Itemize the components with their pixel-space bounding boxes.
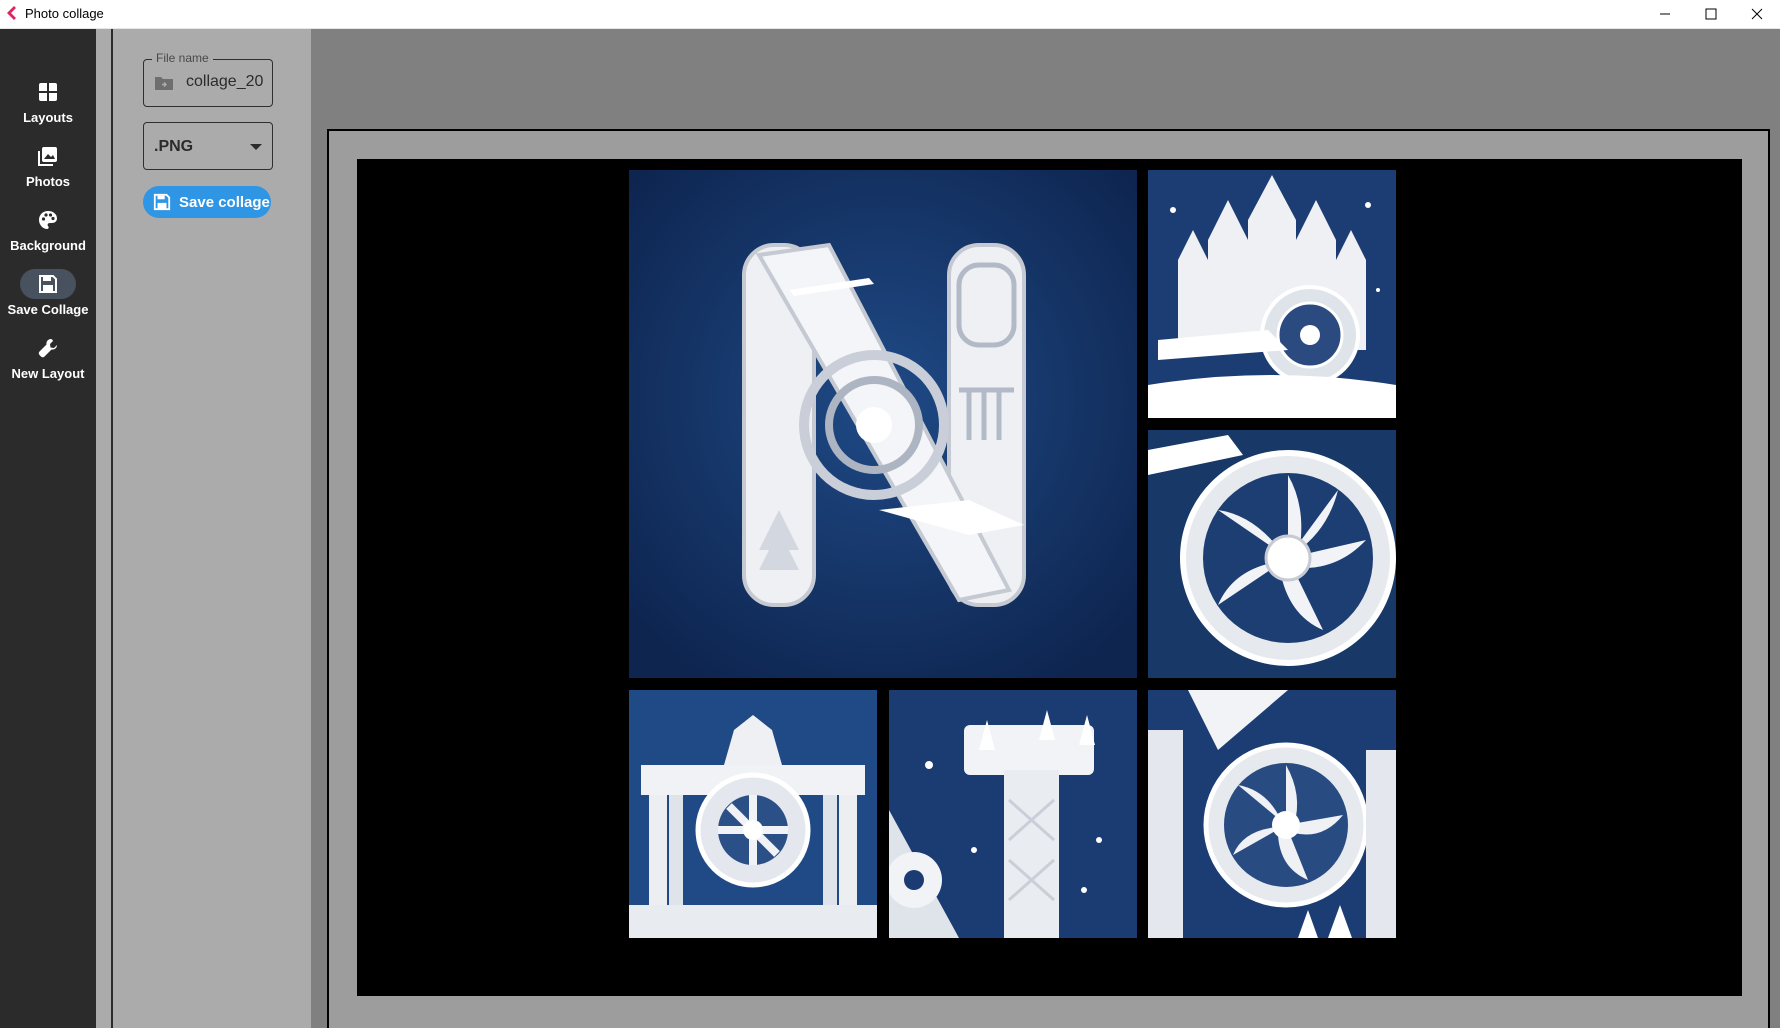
- save-icon: [153, 193, 171, 211]
- collage-photo-3[interactable]: [1148, 430, 1396, 678]
- turbine-artwork: [1148, 430, 1396, 678]
- collage-photo-2[interactable]: [1148, 170, 1396, 418]
- sidebar-item-label: Layouts: [23, 110, 73, 125]
- sidebar-gutter: [96, 29, 111, 1028]
- layouts-icon: [39, 83, 57, 101]
- folder-icon: [155, 77, 173, 90]
- collage-preview-area: [311, 29, 1780, 1028]
- wrench-icon: [38, 339, 57, 358]
- photos-icon: [38, 147, 57, 166]
- app-icon: [7, 6, 16, 20]
- sidebar-item-save-collage[interactable]: Save Collage: [0, 269, 96, 325]
- collage-canvas[interactable]: [357, 159, 1742, 996]
- gate-artwork: [629, 690, 877, 938]
- sidebar-item-background[interactable]: Background: [0, 205, 96, 261]
- save-icon: [39, 275, 57, 293]
- letter-n-artwork: [629, 170, 1137, 678]
- save-panel: File name collage_20 .PNG Save collage: [111, 29, 313, 1028]
- turbine-buildings-artwork: [1148, 690, 1396, 938]
- maximize-icon: [1705, 8, 1717, 20]
- sidebar-item-layouts[interactable]: Layouts: [0, 77, 96, 133]
- app-body: Layouts Photos Background Save Collage N…: [0, 29, 1780, 1028]
- collage-photo-1[interactable]: [629, 170, 1137, 678]
- sidebar: Layouts Photos Background Save Collage N…: [0, 29, 96, 1028]
- sidebar-item-label: New Layout: [11, 366, 85, 381]
- file-name-field[interactable]: File name collage_20: [143, 51, 273, 107]
- close-button[interactable]: [1734, 0, 1780, 28]
- maximize-button[interactable]: [1688, 0, 1734, 28]
- collage-photo-5[interactable]: [889, 690, 1137, 938]
- minimize-button[interactable]: [1642, 0, 1688, 28]
- chevron-down-icon: [250, 144, 262, 150]
- sidebar-item-label: Save Collage: [7, 302, 89, 317]
- letter-t-artwork: [889, 690, 1137, 938]
- sidebar-item-new-layout[interactable]: New Layout: [0, 333, 96, 389]
- close-icon: [1751, 8, 1763, 20]
- collage-photo-6[interactable]: [1148, 690, 1396, 938]
- sidebar-item-label: Background: [10, 238, 86, 253]
- sidebar-item-photos[interactable]: Photos: [0, 141, 96, 197]
- title-bar: Photo collage: [0, 0, 1780, 29]
- sidebar-item-label: Photos: [25, 174, 71, 189]
- file-name-input[interactable]: collage_20: [186, 73, 268, 91]
- save-collage-label: Save collage: [179, 193, 270, 211]
- castle-artwork: [1148, 170, 1396, 418]
- window-title: Photo collage: [25, 6, 104, 21]
- palette-icon: [39, 211, 57, 229]
- save-collage-button[interactable]: Save collage: [143, 186, 271, 218]
- minimize-icon: [1660, 13, 1670, 15]
- format-dropdown[interactable]: .PNG: [143, 122, 273, 170]
- format-value: .PNG: [154, 138, 194, 155]
- file-name-label: File name: [152, 51, 213, 65]
- collage-photo-4[interactable]: [629, 690, 877, 938]
